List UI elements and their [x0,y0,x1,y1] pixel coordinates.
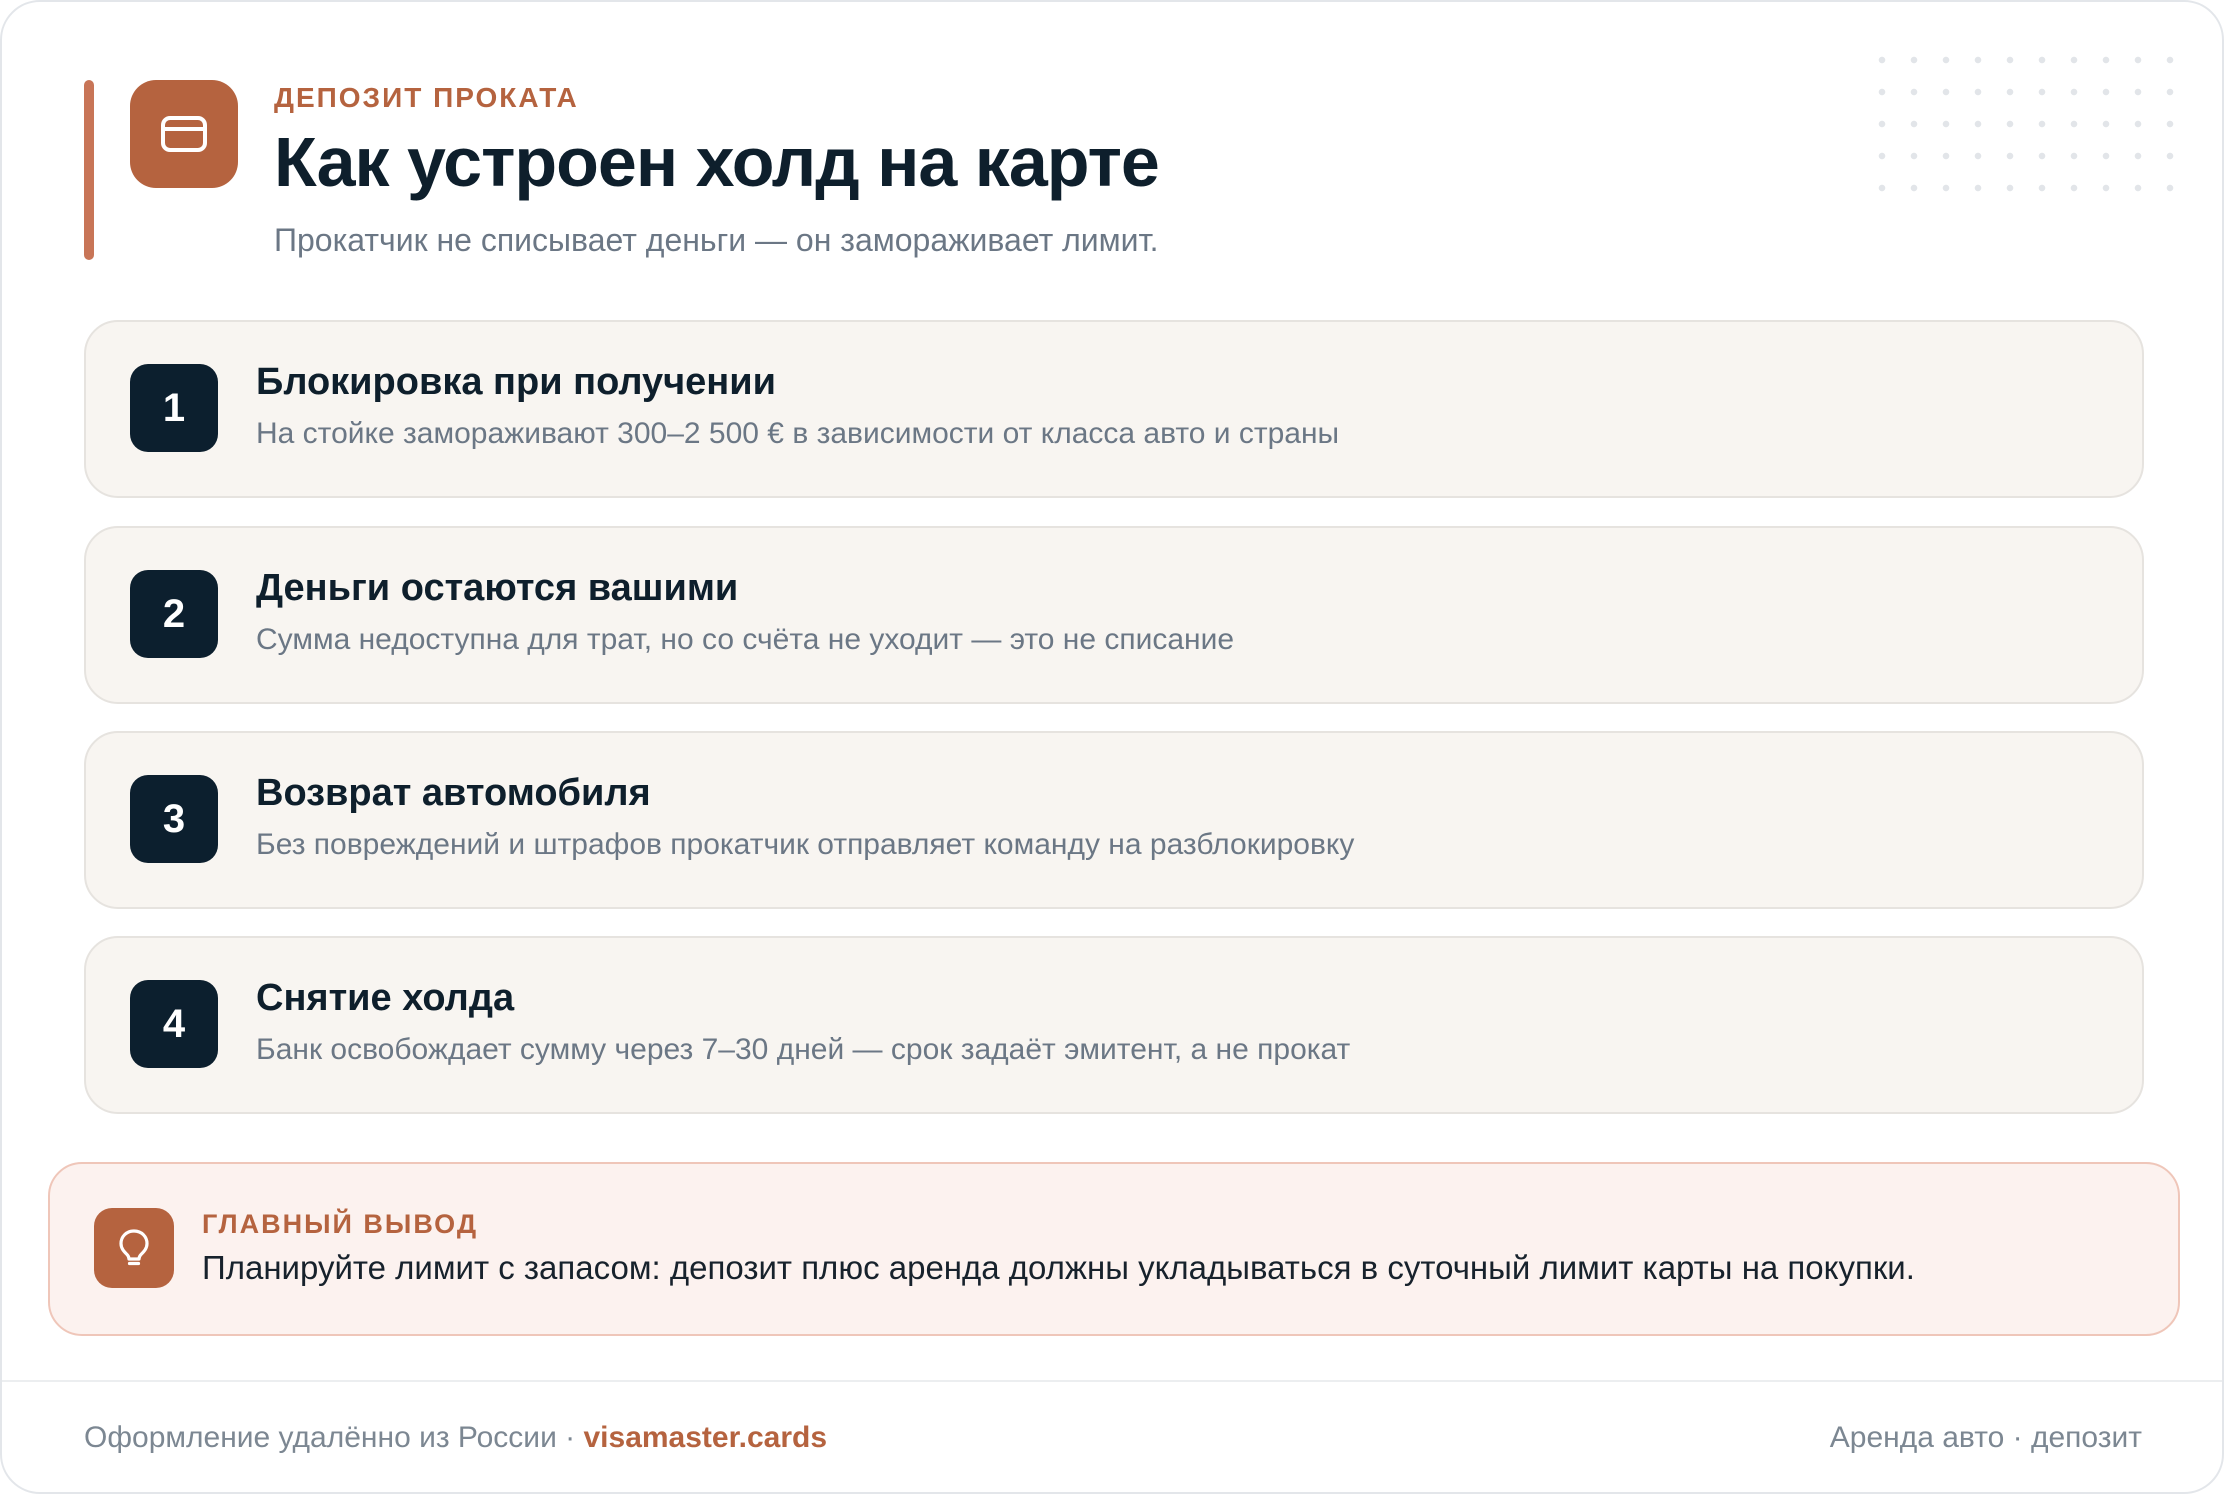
step-title: Деньги остаются вашими [256,567,739,609]
step-card-2: 2 Деньги остаются вашими Сумма недоступн… [84,526,2144,704]
footer-tags: Аренда авто · депозит [1829,1421,2142,1454]
step-card-4: 4 Снятие холда Банк освобождает сумму че… [84,936,2144,1114]
step-title: Снятие холда [256,977,515,1019]
footer-divider [2,1380,2222,1382]
step-number-badge: 1 [130,364,218,452]
eyebrow-label: ДЕПОЗИТ ПРОКАТА [274,82,579,113]
step-description: На стойке замораживают 300–2 500 € в зав… [256,417,1340,450]
brand-link[interactable]: visamaster.cards [583,1421,827,1454]
step-number-badge: 4 [130,980,218,1068]
step-number-badge: 3 [130,775,218,863]
step-description: Банк освобождает сумму через 7–30 дней —… [256,1033,1351,1066]
decorative-dot-grid [1866,44,2176,194]
step-title: Возврат автомобиля [256,772,651,814]
key-takeaway-callout: ГЛАВНЫЙ ВЫВОД Планируйте лимит с запасом… [48,1162,2180,1336]
step-number-badge: 2 [130,570,218,658]
step-title: Блокировка при получении [256,361,776,403]
page-subtitle: Прокатчик не списывает деньги — он замор… [274,222,1159,258]
lightbulb-icon [94,1208,174,1288]
footer-note: Оформление удалённо из России · [84,1421,584,1454]
step-card-1: 1 Блокировка при получении На стойке зам… [84,320,2144,498]
step-description: Без повреждений и штрафов прокатчик отпр… [256,828,1355,861]
callout-label: ГЛАВНЫЙ ВЫВОД [202,1209,479,1239]
step-description: Сумма недоступна для трат, но со счёта н… [256,623,1235,656]
credit-card-icon [130,80,238,188]
header-accent-bar [84,80,94,260]
page-title: Как устроен холд на карте [274,123,1160,201]
step-card-3: 3 Возврат автомобиля Без повреждений и ш… [84,731,2144,909]
footer-left: Оформление удалённо из России · visamast… [84,1418,827,1458]
infographic-card: ДЕПОЗИТ ПРОКАТА Как устроен холд на карт… [0,0,2224,1494]
callout-text: Планируйте лимит с запасом: депозит плюс… [202,1249,1915,1286]
